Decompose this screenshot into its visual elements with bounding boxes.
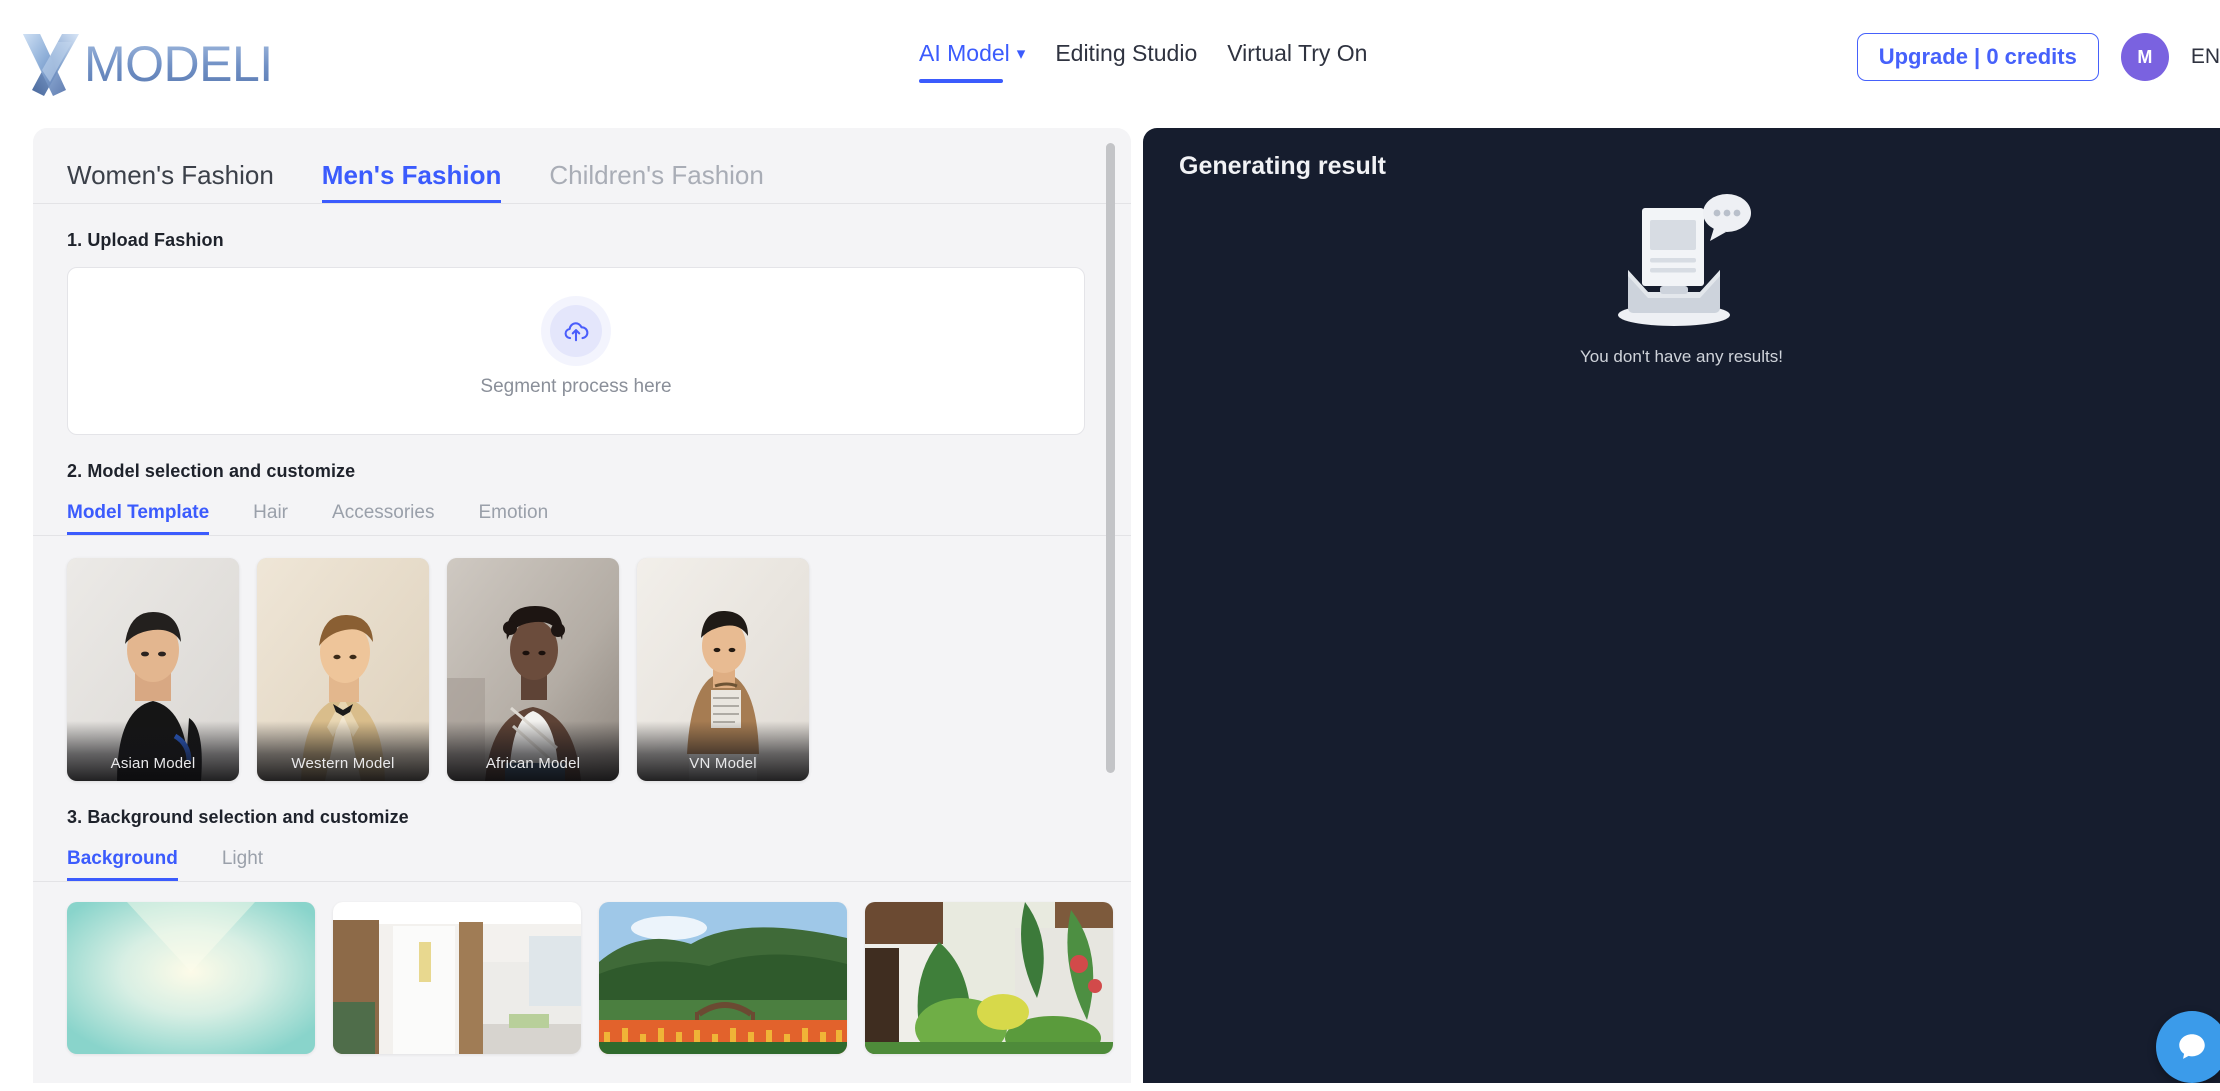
background-thumb-tropical-villa[interactable] (865, 902, 1113, 1054)
tab-childrens-fashion[interactable]: Children's Fashion (549, 160, 764, 203)
tab-light[interactable]: Light (222, 848, 263, 881)
white-interior-hallway-image (333, 902, 581, 1054)
app-header: MODELI AI Model ▾ Editing Studio Virtual … (0, 0, 2220, 128)
model-card-african[interactable]: African Model (447, 558, 619, 781)
header-actions: Upgrade | 0 credits M EN (1857, 33, 2220, 81)
tab-womens-fashion[interactable]: Women's Fashion (67, 160, 274, 203)
main-nav: AI Model ▾ Editing Studio Virtual Try On (919, 38, 1367, 83)
brand-logo[interactable]: MODELI (20, 30, 273, 98)
upgrade-credits-button[interactable]: Upgrade | 0 credits (1857, 33, 2099, 80)
background-thumb-interior[interactable] (333, 902, 581, 1054)
nav-label-ai-model: AI Model (919, 40, 1010, 66)
chat-support-icon[interactable] (2156, 1011, 2220, 1083)
model-card-western[interactable]: Western Model (257, 558, 429, 781)
fashion-category-tabs: Women's Fashion Men's Fashion Children's… (33, 128, 1131, 204)
result-panel: Generating result You don't have any res… (1143, 128, 2220, 1091)
nav-item-virtual-try-on[interactable]: Virtual Try On (1227, 38, 1367, 82)
nav-item-editing-studio[interactable]: Editing Studio (1055, 38, 1197, 82)
background-thumb-teal-gradient[interactable] (67, 902, 315, 1054)
garden-bridge-landscape-image (599, 902, 847, 1054)
nav-active-underline (919, 79, 1003, 83)
upload-hint-text: Segment process here (480, 376, 671, 398)
background-thumb-garden-bridge[interactable] (599, 902, 847, 1054)
avatar[interactable]: M (2121, 33, 2169, 81)
model-card-caption: VN Model (637, 721, 809, 781)
empty-results-message: You don't have any results! (1580, 347, 1783, 367)
tab-accessories[interactable]: Accessories (332, 502, 434, 535)
tropical-villa-garden-image (865, 902, 1113, 1054)
tab-hair[interactable]: Hair (253, 502, 288, 535)
section-label-background-selection: 3. Background selection and customize (33, 781, 1131, 828)
background-sub-tabs: Background Light (33, 828, 1131, 882)
tab-background[interactable]: Background (67, 848, 178, 881)
section-label-model-selection: 2. Model selection and customize (33, 435, 1131, 482)
model-card-vn[interactable]: VN Model (637, 558, 809, 781)
teal-gradient-backdrop-image (67, 902, 315, 1054)
empty-results-state: You don't have any results! (1143, 188, 2220, 367)
model-card-asian[interactable]: Asian Model (67, 558, 239, 781)
inbox-tray-with-document-icon (1598, 188, 1766, 338)
cloud-upload-icon (550, 305, 602, 357)
configuration-panel: Women's Fashion Men's Fashion Children's… (33, 128, 1131, 1091)
model-template-grid: Asian Model Western Model (33, 536, 1131, 781)
model-card-caption: African Model (447, 721, 619, 781)
nav-item-ai-model[interactable]: AI Model ▾ (919, 38, 1025, 83)
background-thumbnail-grid (33, 882, 1131, 1054)
model-sub-tabs: Model Template Hair Accessories Emotion (33, 482, 1131, 536)
language-selector[interactable]: EN (2191, 45, 2220, 69)
model-card-caption: Asian Model (67, 721, 239, 781)
tab-model-template[interactable]: Model Template (67, 502, 209, 535)
tab-mens-fashion[interactable]: Men's Fashion (322, 160, 502, 203)
brand-name: MODELI (84, 39, 273, 89)
left-panel-scrollbar[interactable] (1106, 143, 1115, 773)
tab-emotion[interactable]: Emotion (478, 502, 548, 535)
page-bottom-strip (0, 1083, 2220, 1091)
modeli-v-logo-icon (20, 30, 82, 98)
result-panel-title: Generating result (1179, 152, 1386, 181)
model-card-caption: Western Model (257, 721, 429, 781)
upload-dropzone[interactable]: Segment process here (67, 267, 1085, 435)
section-label-upload-fashion: 1. Upload Fashion (33, 204, 1131, 251)
chevron-down-icon: ▾ (1017, 39, 1026, 69)
